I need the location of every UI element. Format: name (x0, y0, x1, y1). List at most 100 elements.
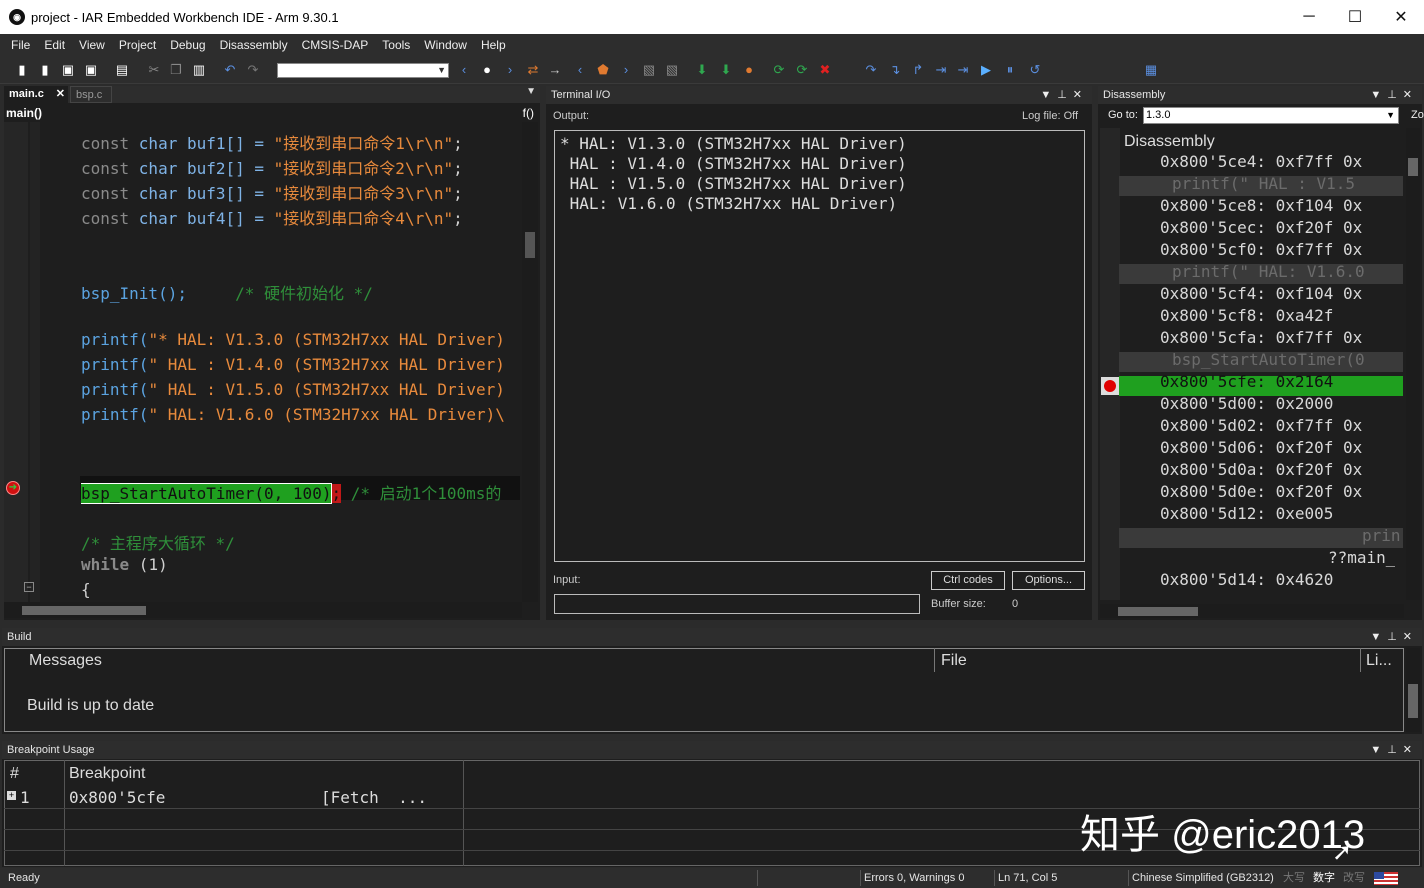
goto-icon[interactable]: → (547, 62, 563, 78)
disassembly-instruction[interactable]: 0x800'5cf0: 0xf7ff 0x (1160, 240, 1406, 259)
disassembly-instruction[interactable]: 0x800'5d0e: 0xf20f 0x (1160, 482, 1406, 501)
break-icon[interactable]: ⏸ (1002, 62, 1018, 78)
disassembly-instruction[interactable]: 0x800'5d0a: 0xf20f 0x (1160, 460, 1406, 479)
maximize-button[interactable]: ☐ (1332, 0, 1378, 34)
find-icon[interactable]: ● (479, 62, 495, 78)
panel-controls-icon[interactable]: ▼⊥✕ (1370, 86, 1418, 104)
col-messages[interactable]: Messages (29, 652, 102, 670)
disassembly-hscrollbar[interactable] (1100, 604, 1404, 618)
make-icon[interactable]: ▧ (664, 62, 680, 78)
menu-disassembly[interactable]: Disassembly (213, 38, 295, 52)
col-number[interactable]: # (10, 765, 19, 783)
nav-forward-icon[interactable]: › (618, 62, 634, 78)
scroll-thumb[interactable] (22, 606, 146, 615)
disassembly-vscrollbar[interactable] (1406, 128, 1420, 600)
disassembly-instruction[interactable]: 0x800'5d02: 0xf7ff 0x (1160, 416, 1406, 435)
tab-main-c[interactable]: main.c ✕ (4, 86, 68, 103)
disassembly-current-instruction[interactable]: 0x800'5cfe: 0x2164 (1160, 372, 1406, 391)
restart-icon[interactable]: ⟳ (794, 62, 810, 78)
options-button[interactable]: Options... (1012, 571, 1085, 590)
open-file-icon[interactable]: ▮ (37, 62, 53, 78)
disassembly-source-line[interactable]: prin (1362, 526, 1401, 545)
reset-icon[interactable]: ⟳ (771, 62, 787, 78)
step-out-icon[interactable]: ↱ (910, 62, 926, 78)
compile-icon[interactable]: ▧ (641, 62, 657, 78)
close-button[interactable]: ✕ (1378, 0, 1424, 34)
pc-arrow-icon[interactable]: ➔ (6, 481, 20, 495)
disassembly-instruction[interactable]: 0x800'5cf8: 0xa42f (1160, 306, 1406, 325)
breakpoint-row-address[interactable]: 0x800'5cfe (69, 788, 165, 807)
panel-controls-icon[interactable]: ▼⊥✕ (1370, 741, 1418, 759)
menu-debug[interactable]: Debug (163, 38, 212, 52)
breakpoint-row-type[interactable]: [Fetch ... (321, 788, 427, 807)
function-navigator[interactable]: main() f() (4, 104, 540, 122)
new-file-icon[interactable]: ▮ (14, 62, 30, 78)
code-line-timer[interactable]: bsp_StartAutoTimer(0, 100); /* 启动1个100ms… (81, 480, 521, 504)
menu-view[interactable]: View (72, 38, 112, 52)
menu-tools[interactable]: Tools (375, 38, 417, 52)
menu-cmsis-dap[interactable]: CMSIS-DAP (295, 38, 376, 52)
minimize-button[interactable]: ─ (1286, 0, 1332, 34)
nav-back-icon[interactable]: ‹ (572, 62, 588, 78)
close-icon[interactable]: ✕ (56, 86, 65, 102)
disassembly-source-line[interactable]: printf(" HAL: V1.6.0 (1172, 262, 1365, 281)
find-prev-icon[interactable]: ‹ (456, 62, 472, 78)
breakpoint-row-number[interactable]: 1 (20, 788, 30, 807)
function-icon[interactable]: f() (523, 104, 534, 122)
col-file[interactable]: File (941, 652, 967, 670)
save-all-icon[interactable]: ▣ (83, 62, 99, 78)
menu-help[interactable]: Help (474, 38, 513, 52)
replace-icon[interactable]: ⇄ (525, 62, 541, 78)
disassembly-instruction[interactable]: 0x800'5cfa: 0xf7ff 0x (1160, 328, 1406, 347)
expand-icon[interactable]: + (7, 791, 16, 800)
layout-icon[interactable]: ▦ (1143, 62, 1159, 78)
go-icon[interactable]: ▶ (978, 62, 994, 78)
col-breakpoint[interactable]: Breakpoint (69, 765, 146, 783)
col-line[interactable]: Li... (1366, 652, 1392, 670)
disassembly-instruction[interactable]: 0x800'5d14: 0x4620 (1160, 570, 1406, 589)
disassembly-instruction[interactable]: 0x800'5d00: 0x2000 (1160, 394, 1406, 413)
save-icon[interactable]: ▣ (60, 62, 76, 78)
menu-edit[interactable]: Edit (37, 38, 72, 52)
scroll-thumb[interactable] (525, 232, 535, 258)
disassembly-instruction[interactable]: 0x800'5cf4: 0xf104 0x (1160, 284, 1406, 303)
next-statement-icon[interactable]: ⇥ (933, 62, 949, 78)
redo-icon[interactable]: ↷ (245, 62, 261, 78)
panel-controls-icon[interactable]: ▼⊥✕ (1040, 86, 1088, 104)
zoom-label[interactable]: Zo (1411, 109, 1424, 121)
menu-file[interactable]: File (4, 38, 37, 52)
bookmark-icon[interactable]: ⬟ (595, 62, 611, 78)
disassembly-label[interactable]: ??main_ (1328, 548, 1395, 567)
tab-bsp-c[interactable]: bsp.c (70, 86, 112, 103)
editor-vscrollbar[interactable] (522, 122, 538, 602)
editor-hscrollbar[interactable] (4, 602, 522, 618)
ctrl-codes-button[interactable]: Ctrl codes (931, 571, 1005, 590)
menu-project[interactable]: Project (112, 38, 163, 52)
disassembly-instruction[interactable]: 0x800'5ce4: 0xf7ff 0x (1160, 152, 1406, 171)
paste-icon[interactable]: ▥ (191, 62, 207, 78)
print-icon[interactable]: ▤ (114, 62, 130, 78)
goto-combo[interactable]: 1.3.0 ▼ (1143, 107, 1399, 124)
build-list[interactable] (4, 648, 1404, 732)
breakpoint-toggle-icon[interactable]: ● (741, 62, 757, 78)
gutter[interactable] (4, 122, 28, 602)
fold-collapse-icon[interactable]: − (24, 582, 34, 592)
disassembly-instruction[interactable]: 0x800'5cec: 0xf20f 0x (1160, 218, 1406, 237)
disassembly-bp-cell[interactable] (1101, 377, 1119, 395)
autostep-icon[interactable]: ↺ (1027, 62, 1043, 78)
panel-controls-icon[interactable]: ▼⊥✕ (1370, 628, 1418, 646)
tabs-dropdown-icon[interactable]: ▼ (526, 86, 536, 97)
scroll-thumb[interactable] (1118, 607, 1198, 616)
disassembly-instruction[interactable]: 0x800'5ce8: 0xf104 0x (1160, 196, 1406, 215)
menu-window[interactable]: Window (417, 38, 474, 52)
download-debug-icon[interactable]: ⬇ (718, 62, 734, 78)
cut-icon[interactable]: ✂ (146, 62, 162, 78)
step-into-icon[interactable]: ↴ (887, 62, 903, 78)
terminal-input[interactable] (554, 594, 920, 614)
find-combo[interactable]: ▼ (277, 63, 449, 78)
disassembly-gutter[interactable] (1100, 128, 1120, 600)
scroll-thumb[interactable] (1408, 158, 1418, 176)
undo-icon[interactable]: ↶ (222, 62, 238, 78)
logfile-label[interactable]: Log file: Off (1022, 110, 1078, 122)
download-icon[interactable]: ⬇ (694, 62, 710, 78)
